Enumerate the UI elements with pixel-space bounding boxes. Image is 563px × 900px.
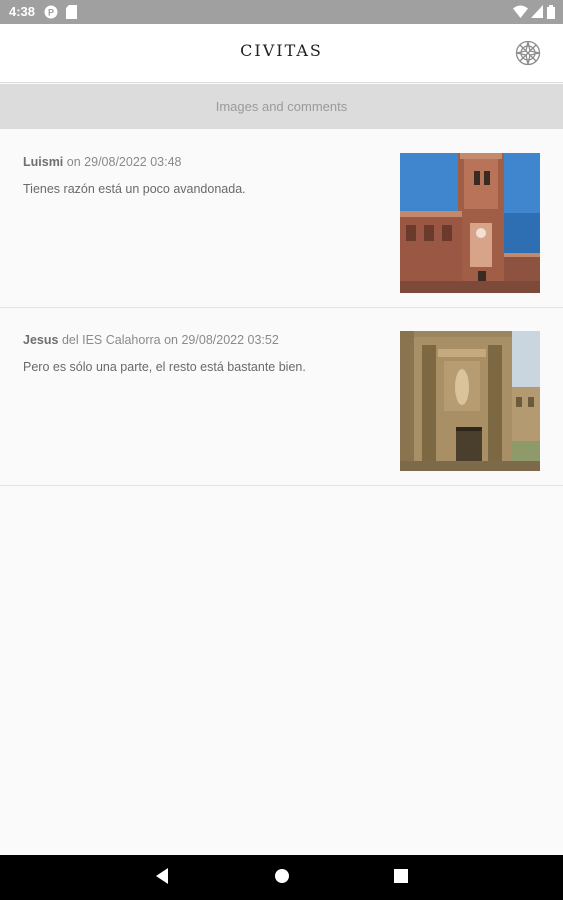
comment-on-label: on <box>164 333 178 347</box>
comment-author: Luismi <box>23 155 64 169</box>
battery-icon <box>547 5 555 22</box>
app-notification-icon: P <box>44 5 58 22</box>
comment-author: Jesus <box>23 333 59 347</box>
signal-icon <box>531 5 543 21</box>
comment-meta: Jesus del IES Calahorra on 29/08/2022 03… <box>23 333 279 347</box>
compass-rose-icon[interactable] <box>515 40 541 66</box>
section-title: Images and comments <box>215 99 348 114</box>
church-tower-photo[interactable] <box>400 153 540 293</box>
comment-item[interactable]: Jesus del IES Calahorra on 29/08/2022 03… <box>0 308 563 486</box>
comment-meta: Luismi on 29/08/2022 03:48 <box>23 155 182 169</box>
comment-date: 29/08/2022 03:48 <box>84 155 182 169</box>
comment-text: Tienes razón está un poco avandonada. <box>23 182 246 196</box>
navigation-bar <box>0 855 563 900</box>
comment-on-label: on <box>66 155 81 169</box>
back-triangle-icon[interactable] <box>154 867 170 890</box>
wifi-icon <box>513 5 528 21</box>
baroque-portal-photo[interactable] <box>400 331 540 471</box>
comment-text: Pero es sólo una parte, el resto está ba… <box>23 360 306 374</box>
app-title: CIVITAS <box>240 41 323 60</box>
comment-affiliation: del IES Calahorra <box>61 333 161 347</box>
app-bar: CIVITAS <box>0 24 563 83</box>
status-bar: 4:38 P <box>0 0 563 24</box>
comment-list: Luismi on 29/08/2022 03:48 Tienes razón … <box>0 130 563 486</box>
comment-item[interactable]: Luismi on 29/08/2022 03:48 Tienes razón … <box>0 130 563 308</box>
svg-text:P: P <box>48 8 54 18</box>
recents-square-icon[interactable] <box>394 869 408 888</box>
section-header: Images and comments <box>0 84 563 129</box>
status-time: 4:38 <box>9 4 36 19</box>
comment-date: 29/08/2022 03:52 <box>181 333 279 347</box>
sd-card-icon <box>66 5 77 22</box>
home-circle-icon[interactable] <box>274 868 290 889</box>
